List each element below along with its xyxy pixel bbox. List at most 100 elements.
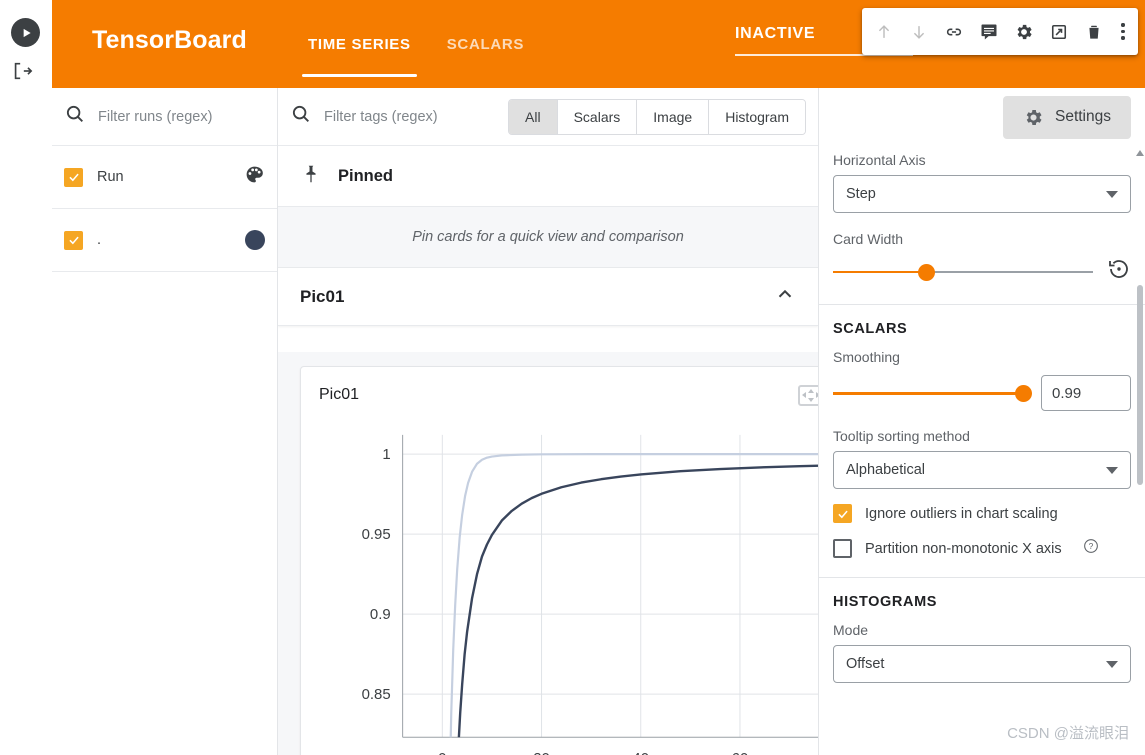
scroll-up-arrow-icon[interactable] <box>1136 150 1144 156</box>
run-filter-input[interactable]: Filter runs (regex) <box>98 109 212 125</box>
card-width-row <box>833 257 1131 286</box>
app-brand: TensorBoard <box>92 26 247 55</box>
open-in-new-icon[interactable] <box>1043 16 1074 47</box>
svg-text:?: ? <box>1088 541 1093 551</box>
card-title: Pic01 <box>319 386 359 404</box>
pinned-empty-message: Pin cards for a quick view and compariso… <box>278 206 818 268</box>
settings-content: Horizontal Axis Step Card Width SCALARS … <box>819 146 1145 755</box>
tooltip-sorting-label: Tooltip sorting method <box>833 428 1131 444</box>
more-vertical-icon[interactable] <box>1113 23 1133 39</box>
tag-filter-bar: Filter tags (regex) All Scalars Image Hi… <box>278 88 818 146</box>
run-checkbox[interactable] <box>64 168 83 187</box>
settings-scrollbar[interactable] <box>1136 150 1143 751</box>
svg-text:0: 0 <box>438 750 446 755</box>
run-filter-row[interactable]: Filter runs (regex) <box>52 88 277 146</box>
tensorboard-app: TensorBoard TIME SERIES SCALARS INACTIVE… <box>0 0 1145 755</box>
horizontal-axis-label: Horizontal Axis <box>833 152 1131 168</box>
card-width-label: Card Width <box>833 231 1131 247</box>
palette-icon[interactable] <box>244 164 265 190</box>
run-row[interactable]: Run <box>52 146 277 209</box>
svg-text:0.9: 0.9 <box>370 606 391 623</box>
filter-scalars[interactable]: Scalars <box>558 100 638 134</box>
scalar-card: Pic01 0.850.90.951020406080 <box>300 366 860 755</box>
partition-x-row[interactable]: Partition non-monotonic X axis ? <box>833 538 1131 559</box>
divider <box>819 577 1145 578</box>
chevron-up-icon[interactable] <box>774 283 796 310</box>
ignore-outliers-row[interactable]: Ignore outliers in chart scaling <box>833 504 1131 523</box>
horizontal-axis-value: Step <box>846 186 876 202</box>
arrow-up-icon[interactable] <box>868 16 899 47</box>
logout-icon[interactable] <box>11 60 35 84</box>
settings-button-label: Settings <box>1055 108 1111 126</box>
link-icon[interactable] <box>938 16 969 47</box>
smoothing-row: 0.99 <box>833 375 1131 411</box>
smoothing-input[interactable]: 0.99 <box>1041 375 1131 411</box>
svg-text:40: 40 <box>632 750 649 755</box>
svg-text:1: 1 <box>382 446 390 463</box>
tab-scalars[interactable]: SCALARS <box>429 0 542 88</box>
partition-x-checkbox[interactable] <box>833 539 852 558</box>
pin-icon <box>300 163 322 190</box>
smoothing-label: Smoothing <box>833 349 1131 365</box>
filter-image[interactable]: Image <box>637 100 709 134</box>
comment-icon[interactable] <box>973 16 1004 47</box>
pinned-header: Pinned <box>278 146 818 206</box>
histograms-section-title: HISTOGRAMS <box>833 594 1131 610</box>
run-row[interactable]: . <box>52 209 277 272</box>
card-header: Pic01 <box>301 367 859 423</box>
main-column: Filter tags (regex) All Scalars Image Hi… <box>278 88 818 755</box>
search-icon <box>290 103 312 130</box>
trash-icon[interactable] <box>1078 16 1109 47</box>
svg-text:0.85: 0.85 <box>362 686 391 703</box>
run-label: . <box>97 232 231 248</box>
svg-text:20: 20 <box>533 750 550 755</box>
settings-button[interactable]: Settings <box>1003 96 1131 139</box>
card-group-title: Pic01 <box>300 287 344 307</box>
filter-all[interactable]: All <box>509 100 558 134</box>
color-swatch[interactable] <box>245 230 265 250</box>
search-icon <box>64 103 86 130</box>
partition-x-label: Partition non-monotonic X axis <box>865 541 1062 557</box>
floating-toolbar <box>862 8 1138 55</box>
chevron-down-icon <box>1106 191 1118 198</box>
runs-panel: Filter runs (regex) Run . <box>52 88 278 755</box>
settings-panel: Settings Horizontal Axis Step Card Width <box>818 88 1145 755</box>
inactive-status: INACTIVE <box>735 25 815 43</box>
mode-select[interactable]: Offset <box>833 645 1131 683</box>
run-label: Run <box>97 169 230 185</box>
settings-button-row: Settings <box>819 88 1145 146</box>
mode-label: Mode <box>833 622 1131 638</box>
plugin-filter-group: All Scalars Image Histogram <box>508 99 806 135</box>
tooltip-sorting-select[interactable]: Alphabetical <box>833 451 1131 489</box>
svg-text:0.95: 0.95 <box>362 526 391 543</box>
tooltip-sorting-value: Alphabetical <box>846 462 925 478</box>
card-group-header[interactable]: Pic01 <box>278 268 818 326</box>
help-circle-icon[interactable]: ? <box>1083 538 1099 559</box>
left-rail <box>0 0 52 755</box>
gear-icon[interactable] <box>1008 16 1039 47</box>
status-label: INACTIVE <box>735 25 815 43</box>
mode-value: Offset <box>846 656 884 672</box>
arrow-down-icon[interactable] <box>903 16 934 47</box>
pinned-title: Pinned <box>338 167 393 186</box>
chevron-down-icon <box>1106 661 1118 668</box>
divider <box>819 304 1145 305</box>
filter-histogram[interactable]: Histogram <box>709 100 805 134</box>
chevron-down-icon <box>1106 467 1118 474</box>
svg-text:60: 60 <box>732 750 749 755</box>
horizontal-axis-select[interactable]: Step <box>833 175 1131 213</box>
play-circle-icon[interactable] <box>11 18 40 47</box>
header-tabs: TIME SERIES SCALARS <box>290 0 542 88</box>
smoothing-slider[interactable] <box>833 383 1027 403</box>
restore-icon[interactable] <box>1107 257 1131 286</box>
scrollbar-thumb[interactable] <box>1137 285 1143 485</box>
tag-filter-input[interactable]: Filter tags (regex) <box>324 109 438 125</box>
ignore-outliers-label: Ignore outliers in chart scaling <box>865 506 1058 522</box>
tab-time-series[interactable]: TIME SERIES <box>290 0 429 88</box>
run-checkbox[interactable] <box>64 231 83 250</box>
ignore-outliers-checkbox[interactable] <box>833 504 852 523</box>
card-area: Pic01 0.850.90.951020406080 <box>278 352 818 755</box>
scalar-chart[interactable]: 0.850.90.951020406080 <box>301 423 859 755</box>
card-width-slider[interactable] <box>833 262 1093 282</box>
gear-icon <box>1023 107 1044 128</box>
